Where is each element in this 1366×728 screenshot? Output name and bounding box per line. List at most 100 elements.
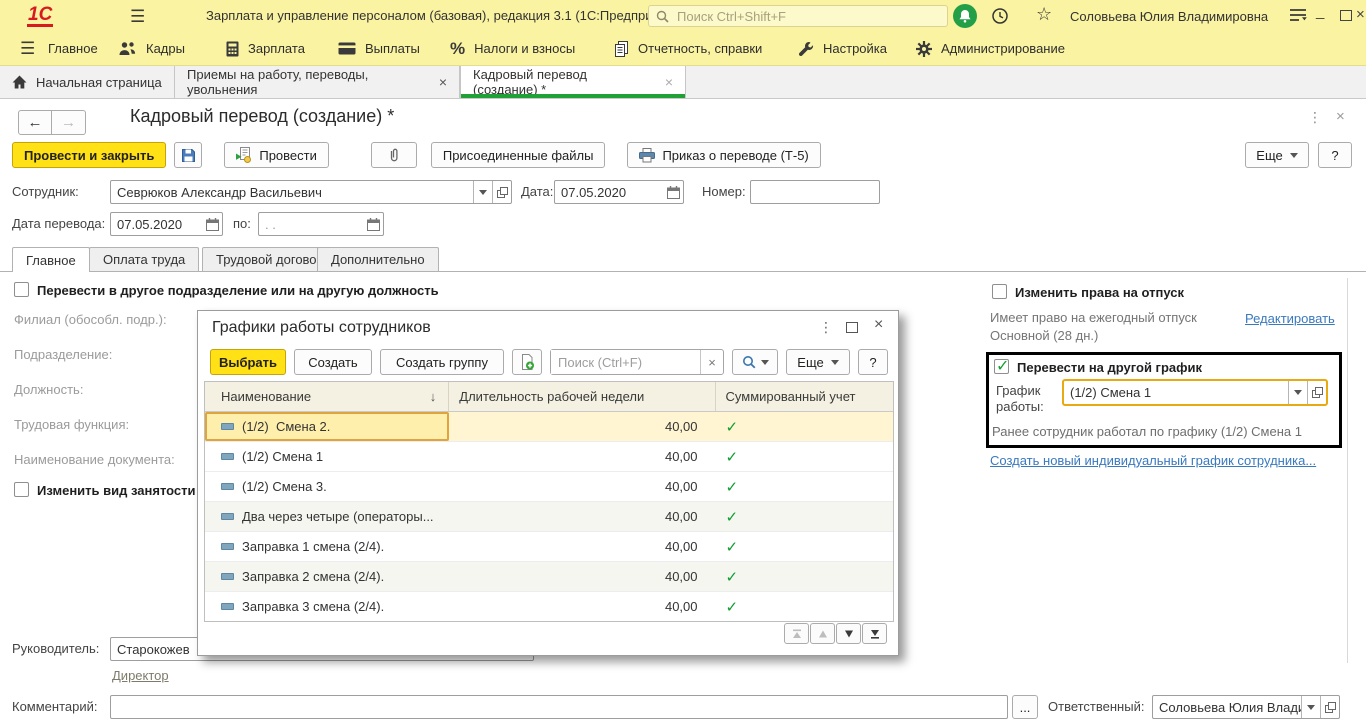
comment-input[interactable]	[110, 695, 1008, 719]
edit-vacation-link[interactable]: Редактировать	[1245, 311, 1335, 326]
schedule-row[interactable]: (1/2) Смена 1 40,00 ✓	[205, 442, 893, 472]
go-down-button[interactable]	[836, 623, 861, 644]
change-schedule-checkbox[interactable]	[994, 359, 1009, 374]
transfer-date-calendar-button[interactable]	[202, 213, 222, 235]
attach-button[interactable]	[371, 142, 417, 168]
clear-search-button[interactable]: ×	[700, 350, 723, 374]
transfer-date-field[interactable]: 07.05.2020	[110, 212, 223, 236]
close-tab-icon[interactable]: ×	[439, 74, 447, 90]
section-main[interactable]: Главное	[48, 32, 98, 65]
section-administration[interactable]: Администрирование	[916, 32, 1065, 65]
select-button[interactable]: Выбрать	[210, 349, 286, 375]
global-search[interactable]	[648, 5, 948, 27]
dialog-more-button[interactable]: Еще	[786, 349, 850, 375]
week-hours-cell[interactable]: 40,00	[449, 539, 715, 554]
schedule-name-cell[interactable]: Два через четыре (операторы...	[205, 502, 449, 531]
section-settings[interactable]: Настройка	[798, 32, 887, 65]
schedule-row[interactable]: Заправка 2 смена (2/4). 40,00 ✓	[205, 562, 893, 592]
employee-dropdown-button[interactable]	[473, 181, 492, 203]
responsible-open-button[interactable]	[1320, 696, 1339, 718]
week-hours-cell[interactable]: 40,00	[449, 599, 715, 614]
section-personnel[interactable]: Кадры	[118, 32, 185, 65]
dialog-search-field[interactable]: ×	[550, 349, 724, 375]
dialog-close-button[interactable]: ×	[874, 316, 883, 334]
dialog-help-button[interactable]: ?	[858, 349, 888, 375]
dialog-kebab-menu[interactable]: ⋮	[819, 319, 833, 336]
tab-home[interactable]: Начальная страница	[0, 66, 175, 98]
employee-field[interactable]: Севрюков Александр Васильевич	[110, 180, 512, 204]
create-group-button[interactable]: Создать группу	[380, 349, 504, 375]
schedule-row[interactable]: (1/2) Смена 3. 40,00 ✓	[205, 472, 893, 502]
create-individual-schedule-link[interactable]: Создать новый индивидуальный график сотр…	[990, 453, 1316, 468]
go-last-button[interactable]	[862, 623, 887, 644]
transfer-department-checkbox[interactable]	[14, 282, 29, 297]
dialog-search-input[interactable]	[551, 350, 700, 374]
week-hours-cell[interactable]: 40,00	[449, 569, 715, 584]
schedule-name-cell[interactable]: (1/2) Смена 2.	[205, 412, 449, 441]
responsible-dropdown-button[interactable]	[1301, 696, 1320, 718]
week-hours-cell[interactable]: 40,00	[449, 509, 715, 524]
employee-open-button[interactable]	[492, 181, 511, 203]
transfer-to-field[interactable]: . .	[258, 212, 384, 236]
manager-position-link[interactable]: Директор	[112, 668, 169, 683]
form-more-button[interactable]: Еще	[1245, 142, 1309, 168]
section-salary[interactable]: Зарплата	[226, 32, 305, 65]
search-options-button[interactable]	[732, 349, 778, 375]
transfer-to-calendar-button[interactable]	[363, 213, 383, 235]
schedule-name-cell[interactable]: Заправка 3 смена (2/4).	[205, 592, 449, 621]
summary-check-icon[interactable]: ✓	[716, 598, 894, 616]
tab-personnel-transfer[interactable]: Кадровый перевод (создание) * ×	[460, 66, 686, 98]
summary-check-icon[interactable]: ✓	[716, 418, 894, 436]
notifications-button[interactable]	[953, 4, 977, 28]
create-button[interactable]: Создать	[294, 349, 372, 375]
column-header-summary[interactable]: Суммированный учет	[716, 382, 893, 411]
date-field[interactable]: 07.05.2020	[554, 180, 684, 204]
number-input[interactable]	[750, 180, 880, 204]
schedule-name-cell[interactable]: Заправка 1 смена (2/4).	[205, 532, 449, 561]
schedule-name-cell[interactable]: (1/2) Смена 3.	[205, 472, 449, 501]
restore-button[interactable]	[1340, 10, 1352, 21]
summary-check-icon[interactable]: ✓	[716, 568, 894, 586]
form-kebab-menu[interactable]: ⋮	[1308, 109, 1322, 126]
form-close-button[interactable]: ×	[1336, 108, 1345, 125]
page-tab-additional[interactable]: Дополнительно	[317, 247, 439, 271]
section-payments[interactable]: Выплаты	[338, 32, 420, 65]
favorites-button[interactable]: ☆	[1036, 4, 1052, 25]
schedule-dropdown-button[interactable]	[1288, 381, 1307, 404]
global-search-input[interactable]	[675, 8, 940, 25]
minimize-button[interactable]: _	[1316, 3, 1324, 20]
save-button[interactable]	[174, 142, 202, 168]
change-vacation-checkbox[interactable]	[992, 284, 1007, 299]
schedule-open-button[interactable]	[1307, 381, 1326, 404]
post-button[interactable]: Провести	[224, 142, 329, 168]
schedule-name-cell[interactable]: Заправка 2 смена (2/4).	[205, 562, 449, 591]
responsible-field[interactable]: Соловьева Юлия Владим	[1152, 695, 1340, 719]
back-button[interactable]: ←	[18, 110, 52, 135]
service-menu-button[interactable]	[1288, 6, 1308, 27]
summary-check-icon[interactable]: ✓	[716, 538, 894, 556]
forward-button[interactable]: →	[52, 110, 86, 135]
history-button[interactable]	[991, 7, 1009, 28]
column-header-week-hours[interactable]: Длительность рабочей недели	[449, 382, 715, 411]
section-reports[interactable]: Отчетность, справки	[614, 32, 762, 65]
panel-splitter[interactable]	[1347, 278, 1348, 663]
go-first-button[interactable]	[784, 623, 809, 644]
attached-files-button[interactable]: Присоединенные файлы	[431, 142, 606, 168]
form-help-button[interactable]: ?	[1318, 142, 1352, 168]
main-menu-icon[interactable]: ☰	[130, 7, 145, 27]
close-window-button[interactable]: ×	[1356, 6, 1365, 23]
close-tab-icon[interactable]: ×	[665, 74, 673, 90]
page-tab-main[interactable]: Главное	[12, 247, 90, 272]
post-and-close-button[interactable]: Провести и закрыть	[12, 142, 166, 168]
change-employment-checkbox[interactable]	[14, 482, 29, 497]
week-hours-cell[interactable]: 40,00	[449, 479, 715, 494]
transfer-order-button[interactable]: Приказ о переводе (Т-5)	[627, 142, 820, 168]
schedule-row[interactable]: Два через четыре (операторы... 40,00 ✓	[205, 502, 893, 532]
schedule-row[interactable]: Заправка 1 смена (2/4). 40,00 ✓	[205, 532, 893, 562]
go-up-button[interactable]	[810, 623, 835, 644]
date-calendar-button[interactable]	[663, 181, 683, 203]
schedule-name-cell[interactable]: (1/2) Смена 1	[205, 442, 449, 471]
summary-check-icon[interactable]: ✓	[716, 478, 894, 496]
schedule-row[interactable]: Заправка 3 смена (2/4). 40,00 ✓	[205, 592, 893, 621]
week-hours-cell[interactable]: 40,00	[449, 419, 715, 434]
